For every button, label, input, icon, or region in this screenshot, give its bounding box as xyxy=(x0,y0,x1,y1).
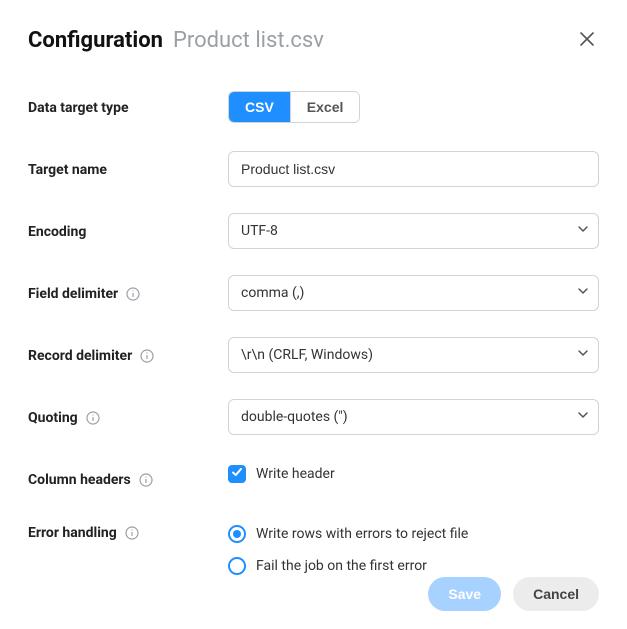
row-encoding: Encoding UTF-8 xyxy=(28,213,599,249)
close-button[interactable] xyxy=(575,29,599,53)
control-data-target-type: CSV Excel xyxy=(228,91,599,123)
control-target-name xyxy=(228,151,599,187)
control-record-delimiter: \r\n (CRLF, Windows) xyxy=(228,337,599,373)
quoting-select[interactable]: double-quotes (") xyxy=(228,399,599,435)
info-icon[interactable] xyxy=(126,287,140,301)
modal-header: Configuration Product list.csv xyxy=(28,28,599,53)
title-wrap: Configuration Product list.csv xyxy=(28,28,324,53)
info-icon[interactable] xyxy=(86,411,100,425)
label-text: Encoding xyxy=(28,224,86,240)
radio-dot-icon xyxy=(233,530,241,538)
label-field-delimiter: Field delimiter xyxy=(28,284,228,302)
info-icon[interactable] xyxy=(139,473,153,487)
page-title: Configuration xyxy=(28,28,163,53)
error-handling-option-fail-first: Fail the job on the first error xyxy=(228,557,599,575)
quoting-value: double-quotes (") xyxy=(241,409,348,425)
error-handling-option-reject-file: Write rows with errors to reject file xyxy=(228,525,599,543)
encoding-select[interactable]: UTF-8 xyxy=(228,213,599,249)
row-data-target-type: Data target type CSV Excel xyxy=(28,89,599,125)
control-field-delimiter: comma (,) xyxy=(228,275,599,311)
field-delimiter-value: comma (,) xyxy=(241,285,304,301)
cancel-button[interactable]: Cancel xyxy=(513,577,599,611)
label-data-target-type: Data target type xyxy=(28,98,228,116)
label-text: Data target type xyxy=(28,100,129,116)
write-header-label: Write header xyxy=(256,466,335,482)
write-header-checkbox[interactable] xyxy=(228,465,246,483)
record-delimiter-value: \r\n (CRLF, Windows) xyxy=(241,347,373,363)
label-encoding: Encoding xyxy=(28,222,228,240)
label-error-handling: Error handling xyxy=(28,523,228,541)
modal-footer: Save Cancel xyxy=(428,577,599,611)
row-record-delimiter: Record delimiter \r\n (CRLF, Windows) xyxy=(28,337,599,373)
save-button[interactable]: Save xyxy=(428,577,501,611)
label-quoting: Quoting xyxy=(28,408,228,426)
data-target-csv-option[interactable]: CSV xyxy=(229,92,290,122)
label-text: Column headers xyxy=(28,472,131,488)
row-column-headers: Column headers Write header xyxy=(28,461,599,497)
row-target-name: Target name xyxy=(28,151,599,187)
row-error-handling: Error handling Write rows with errors to… xyxy=(28,523,599,575)
check-icon xyxy=(231,466,243,482)
info-icon[interactable] xyxy=(125,526,139,540)
row-field-delimiter: Field delimiter comma (,) xyxy=(28,275,599,311)
label-text: Error handling xyxy=(28,525,117,541)
data-target-excel-option[interactable]: Excel xyxy=(290,92,360,122)
label-target-name: Target name xyxy=(28,160,228,178)
control-column-headers: Write header xyxy=(228,465,599,493)
control-encoding: UTF-8 xyxy=(228,213,599,249)
label-text: Quoting xyxy=(28,410,78,426)
close-icon xyxy=(579,31,595,50)
control-quoting: double-quotes (") xyxy=(228,399,599,435)
radio-reject-file[interactable] xyxy=(228,525,246,543)
radio-reject-file-label: Write rows with errors to reject file xyxy=(256,526,468,542)
radio-fail-first-label: Fail the job on the first error xyxy=(256,558,427,574)
label-text: Field delimiter xyxy=(28,286,118,302)
control-error-handling: Write rows with errors to reject file Fa… xyxy=(228,523,599,575)
label-text: Record delimiter xyxy=(28,348,132,364)
data-target-type-toggle: CSV Excel xyxy=(228,91,360,123)
record-delimiter-select[interactable]: \r\n (CRLF, Windows) xyxy=(228,337,599,373)
label-text: Target name xyxy=(28,162,107,178)
write-header-checkbox-row: Write header xyxy=(228,465,599,483)
field-delimiter-select[interactable]: comma (,) xyxy=(228,275,599,311)
row-quoting: Quoting double-quotes (") xyxy=(28,399,599,435)
label-column-headers: Column headers xyxy=(28,470,228,488)
encoding-value: UTF-8 xyxy=(241,223,278,239)
configuration-modal: Configuration Product list.csv Data targ… xyxy=(0,0,627,621)
radio-fail-first[interactable] xyxy=(228,557,246,575)
info-icon[interactable] xyxy=(140,349,154,363)
label-record-delimiter: Record delimiter xyxy=(28,346,228,364)
page-subtitle: Product list.csv xyxy=(173,28,324,53)
target-name-input[interactable] xyxy=(228,151,599,187)
error-handling-radio-group: Write rows with errors to reject file Fa… xyxy=(228,523,599,575)
